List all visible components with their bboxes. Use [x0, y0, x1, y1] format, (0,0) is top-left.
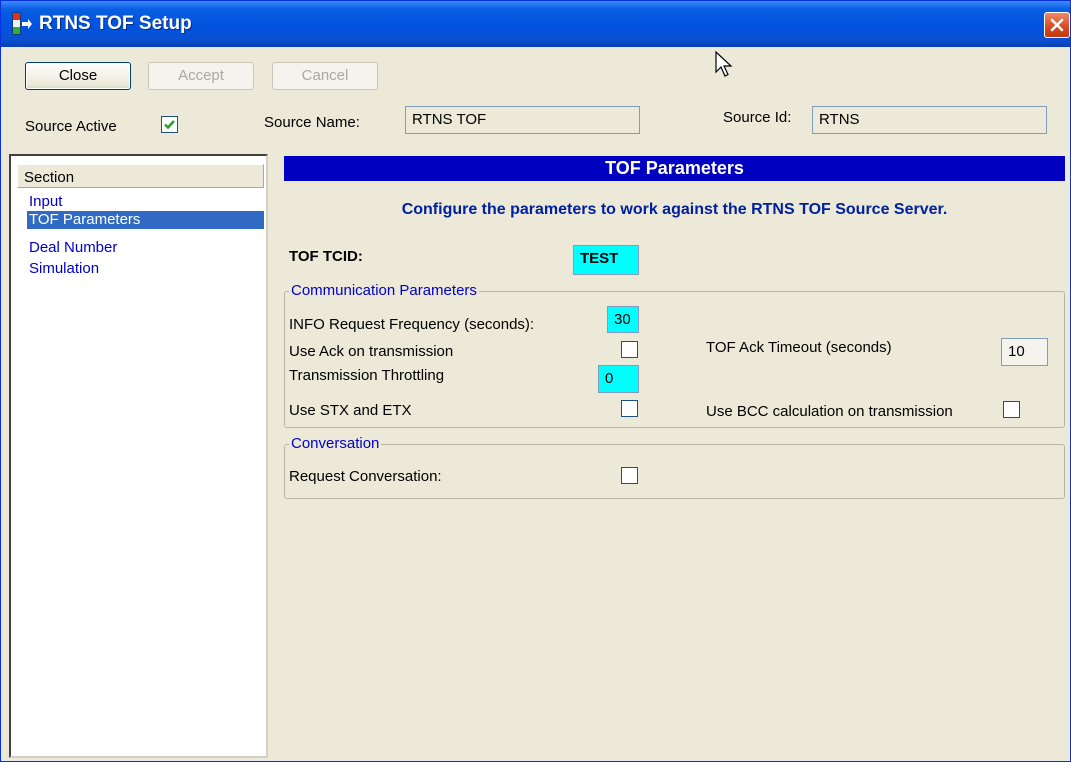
panel-header: TOF Parameters	[284, 156, 1065, 181]
bcc-label: Use BCC calculation on transmission	[706, 403, 953, 420]
throttling-input[interactable]: 0	[598, 365, 639, 393]
source-active-checkbox[interactable]	[161, 116, 178, 133]
throttling-label: Transmission Throttling	[289, 367, 445, 384]
stx-etx-checkbox[interactable]	[621, 400, 638, 417]
section-item-input[interactable]: Input	[27, 193, 264, 211]
use-ack-checkbox[interactable]	[621, 341, 638, 358]
title-bar[interactable]: RTNS TOF Setup	[1, 1, 1070, 47]
conversation-legend: Conversation	[289, 435, 382, 452]
request-conversation-checkbox[interactable]	[621, 467, 638, 484]
section-item-simulation[interactable]: Simulation	[27, 260, 264, 278]
source-name-input[interactable]: RTNS TOF	[405, 106, 640, 134]
cancel-button[interactable]: Cancel	[272, 62, 378, 90]
window-close-button[interactable]	[1044, 12, 1070, 38]
request-conversation-label: Request Conversation:	[289, 468, 442, 485]
source-name-label: Source Name:	[264, 114, 360, 131]
section-item-tof-parameters[interactable]: TOF Parameters	[27, 211, 264, 229]
accept-button[interactable]: Accept	[148, 62, 254, 90]
window-title: RTNS TOF Setup	[39, 13, 192, 34]
source-id-label: Source Id:	[723, 109, 792, 126]
close-button[interactable]: Close	[25, 62, 131, 90]
info-frequency-input[interactable]: 30	[607, 306, 639, 333]
app-icon	[11, 12, 33, 36]
communication-parameters-legend: Communication Parameters	[289, 282, 479, 299]
close-icon	[1050, 18, 1064, 32]
section-item-deal-number[interactable]: Deal Number	[27, 239, 264, 257]
source-id-input[interactable]: RTNS	[812, 106, 1047, 134]
tcid-input[interactable]: TEST	[573, 245, 639, 275]
checkmark-icon	[164, 120, 175, 130]
ack-timeout-input[interactable]: 10	[1001, 338, 1048, 366]
tcid-label: TOF TCID:	[289, 248, 363, 265]
info-frequency-label: INFO Request Frequency (seconds):	[289, 316, 535, 333]
section-column-header[interactable]: Section	[17, 164, 264, 188]
use-ack-label: Use Ack on transmission	[289, 343, 454, 360]
ack-timeout-label: TOF Ack Timeout (seconds)	[706, 339, 892, 356]
source-active-label: Source Active	[25, 118, 117, 135]
bcc-checkbox[interactable]	[1003, 401, 1020, 418]
panel-subtitle: Configure the parameters to work against…	[401, 201, 948, 218]
mouse-pointer-icon	[715, 50, 737, 83]
stx-etx-label: Use STX and ETX	[289, 402, 412, 419]
setup-window: RTNS TOF Setup Close Accept Cancel Sourc…	[0, 0, 1071, 762]
section-list: Section Input TOF Parameters Deal Number…	[9, 154, 268, 758]
